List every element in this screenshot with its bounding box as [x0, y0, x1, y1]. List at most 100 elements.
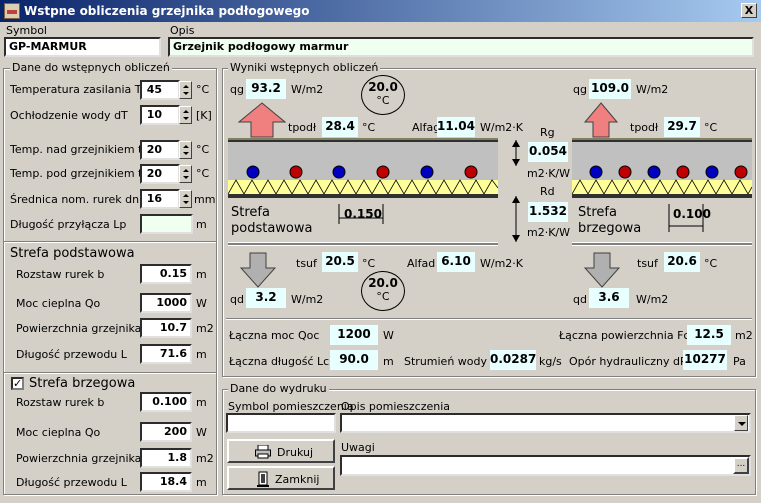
dp-unit: Pa [733, 355, 746, 368]
zone-left-text: Strefa podstawowa [231, 205, 312, 237]
qoc-unit: W [383, 329, 394, 342]
lp-label: Długość przyłącza Lp [10, 218, 127, 231]
brzeg-b-input[interactable]: 0.100 [140, 392, 192, 412]
heat-down-arrow-right-icon [584, 252, 620, 288]
left-qd-value: 3.2 [246, 288, 286, 308]
zone-left-text-2: podstawowa [231, 221, 313, 236]
tz-spinner[interactable] [179, 81, 192, 99]
print-group-title: Dane do wydruku [228, 382, 329, 395]
right-qg-value: 109.0 [589, 79, 631, 99]
left-qd-label: qd [230, 293, 244, 306]
resistance-brackets [512, 140, 520, 242]
tid-label: Temp. pod grzejnikiem tid [10, 167, 153, 180]
brzeg-f-input[interactable]: 1.8 [140, 448, 192, 468]
symbol-input[interactable]: GP-MARMUR [4, 37, 161, 57]
podst-f-input[interactable]: 10.7 [140, 318, 192, 338]
podst-b-input[interactable]: 0.15 [140, 264, 192, 284]
dp-value: 10277 [683, 350, 727, 370]
left-qg-label: qg [230, 83, 244, 96]
zone-right-text: Strefa brzegowa [578, 205, 641, 237]
g-label: Strumień wody G [404, 355, 500, 368]
lc-value: 90.0 [330, 350, 378, 370]
heat-down-arrow-left-icon [240, 252, 276, 288]
room-desc-input[interactable] [340, 413, 751, 433]
right-tsuf-label: tsuf [637, 257, 658, 270]
alfad-value: 6.10 [437, 252, 475, 272]
brzeg-l-input[interactable]: 18.4 [140, 472, 192, 492]
left-qg-value: 93.2 [246, 79, 286, 99]
room-desc-dropdown-button[interactable] [734, 415, 748, 431]
tid-input[interactable]: 20 [140, 164, 180, 184]
right-qg-label: qg [573, 83, 587, 96]
alfad-unit: W/m2·K [480, 257, 524, 270]
tz-unit: °C [196, 83, 210, 96]
tz-input[interactable]: 45 [140, 80, 180, 100]
strefa-brzeg-checkbox[interactable]: ✓ [11, 377, 24, 390]
left-tpodl-label: tpodł [288, 121, 317, 134]
podst-f-label: Powierzchnia grzejnika F [16, 322, 152, 335]
symbol-label: Symbol [6, 24, 47, 37]
dp-label: Opór hydrauliczny dP [569, 355, 687, 368]
qoc-label: Łączna moc Qoc [229, 329, 320, 342]
podst-l-input[interactable]: 71.6 [140, 344, 192, 364]
dn-unit: mm [194, 193, 216, 206]
brzeg-l-unit: m [196, 476, 207, 489]
brzeg-qo-input[interactable]: 200 [140, 422, 192, 442]
podst-qo-unit: W [196, 297, 207, 310]
close-button[interactable]: X [741, 3, 757, 18]
dn-input[interactable]: 16 [140, 189, 180, 209]
remarks-input[interactable] [340, 455, 751, 476]
totals-divider [226, 318, 752, 320]
g-value: 0.0287 [490, 350, 536, 370]
brzeg-f-unit: m2 [196, 452, 214, 465]
lc-unit: m [383, 355, 394, 368]
opis-label: Opis [170, 24, 195, 37]
dt-label: Ochłodzenie wody dT [10, 109, 128, 122]
podst-l-label: Długość przewodu L [16, 348, 127, 361]
tid-circle-value: 20.0 [368, 276, 398, 290]
tig-unit: °C [196, 143, 210, 156]
remarks-label: Uwagi [341, 441, 375, 454]
right-qg-unit: W/m2 [636, 83, 669, 96]
podst-l-unit: m [196, 348, 207, 361]
lp-input[interactable] [140, 214, 193, 234]
rd-value: 1.532 [528, 202, 568, 222]
remarks-ellipsis-button[interactable]: ... [733, 457, 749, 474]
right-spacing: 0.100 [673, 207, 711, 221]
right-tpodl-label: tpodł [630, 121, 659, 134]
tig-input[interactable]: 20 [140, 140, 180, 160]
podst-qo-label: Moc cieplna Qo [16, 297, 101, 310]
right-qd-label: qd [573, 293, 587, 306]
left-tsuf-value: 20.5 [322, 252, 358, 272]
rd-label: Rd [540, 185, 555, 198]
dt-input[interactable]: 10 [140, 105, 180, 125]
brzeg-b-unit: m [196, 396, 207, 409]
tig-spinner[interactable] [179, 141, 192, 159]
divider-podst [4, 241, 216, 243]
room-symbol-input[interactable] [226, 413, 336, 433]
g-unit: kg/s [539, 355, 562, 368]
tid-spinner[interactable] [179, 165, 192, 183]
opis-input[interactable]: Grzejnik podłogowy marmur [168, 37, 754, 57]
brzeg-b-label: Rozstaw rurek b [16, 396, 105, 409]
right-tpodl-value: 29.7 [664, 117, 700, 137]
rg-value: 0.054 [528, 142, 568, 162]
dn-spinner[interactable] [179, 190, 192, 208]
dt-unit: [K] [196, 109, 212, 122]
tig-circle-value: 20.0 [368, 80, 398, 94]
close-dialog-button[interactable]: Zamknij [227, 466, 335, 490]
print-button[interactable]: Drukuj [227, 439, 335, 463]
tid-circle: 20.0 °C [361, 271, 405, 311]
fc-unit: m2 [735, 329, 753, 342]
tz-label: Temperatura zasilania Tz [10, 83, 148, 96]
printer-icon [255, 445, 271, 459]
dn-label: Średnica nom. rurek dn [10, 193, 140, 206]
zone-left-text-1: Strefa [231, 205, 270, 220]
left-qg-unit: W/m2 [291, 83, 324, 96]
podst-qo-input[interactable]: 1000 [140, 293, 192, 313]
lp-unit: m [196, 218, 207, 231]
dt-spinner[interactable] [179, 106, 192, 124]
alfad-label: Alfad [407, 257, 436, 270]
lc-label: Łączna długość Lc [229, 355, 330, 368]
rg-label: Rg [540, 126, 555, 139]
